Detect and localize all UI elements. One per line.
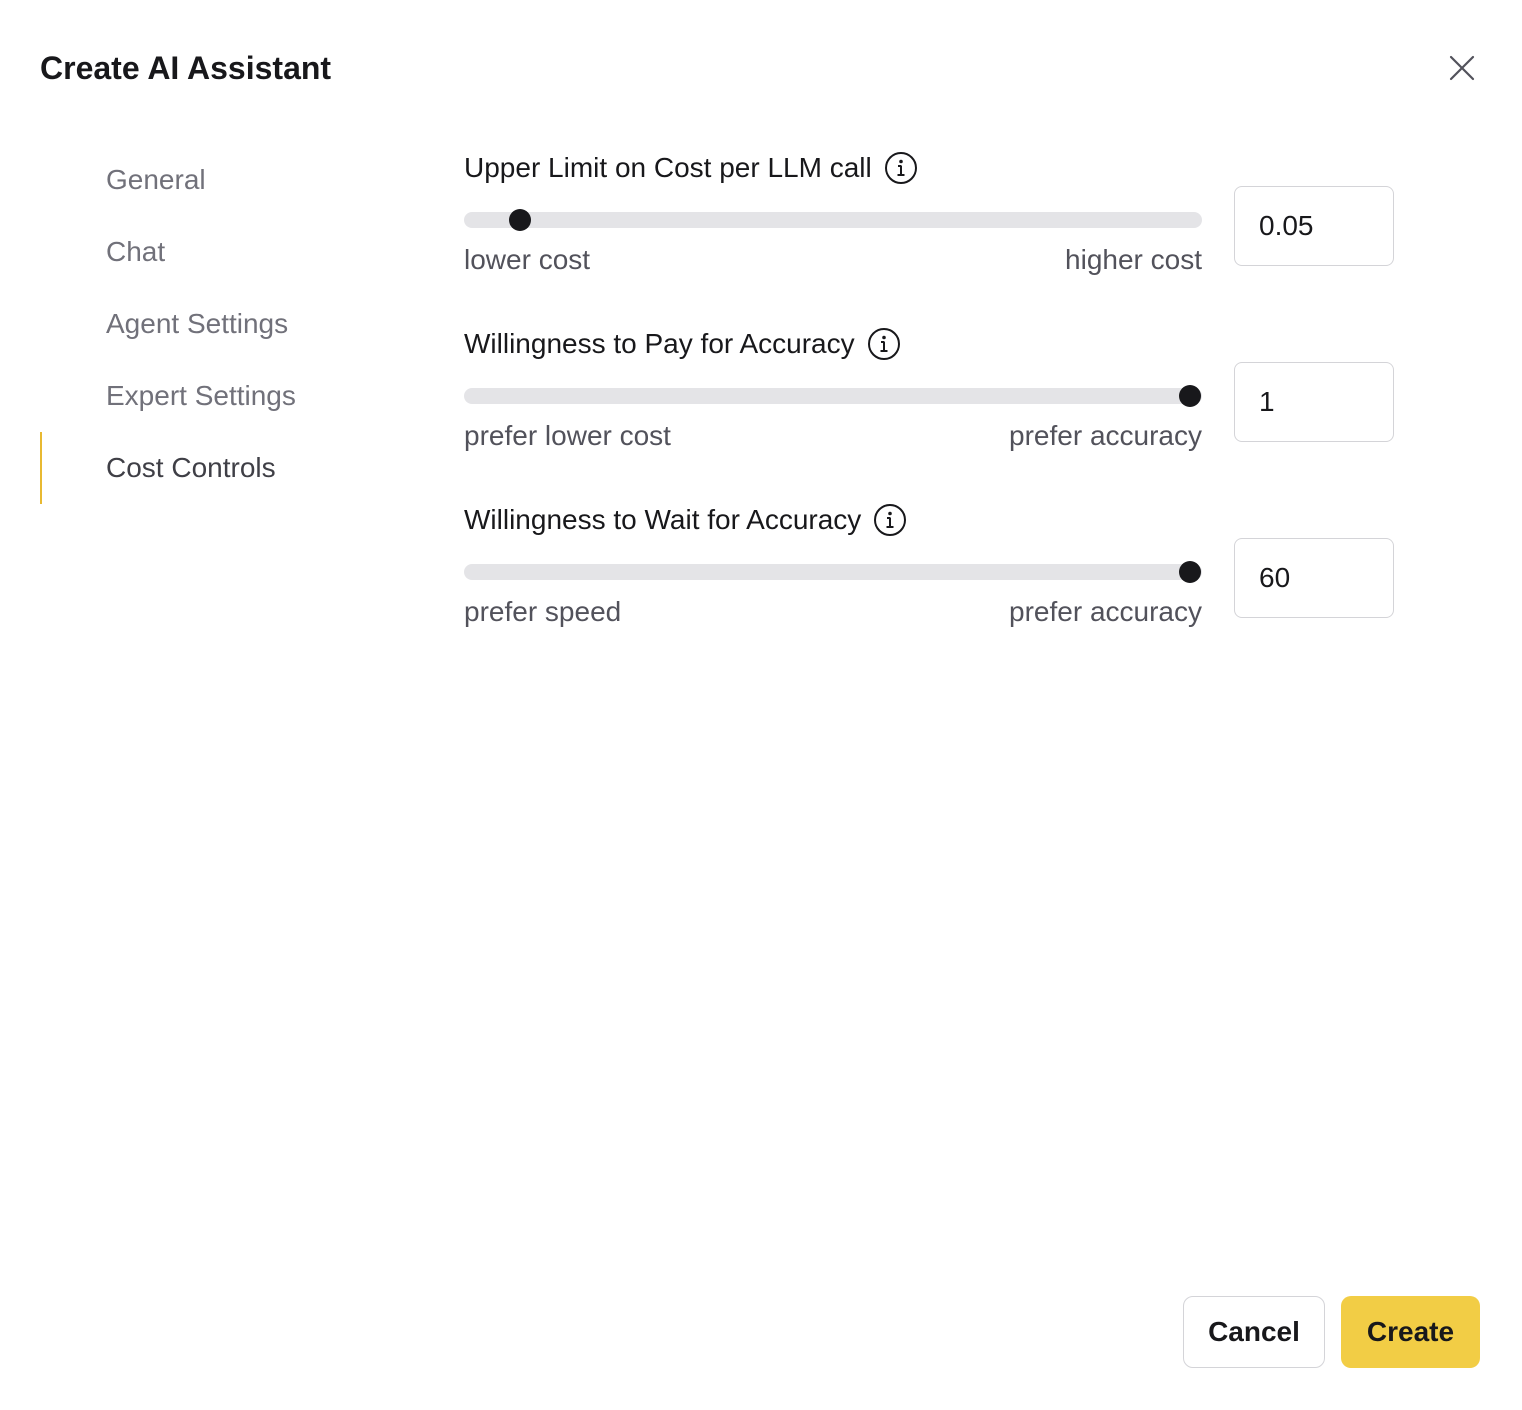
sidebar-item-label: General [106,164,206,195]
sidebar-item-label: Expert Settings [106,380,296,411]
setting-title: Willingness to Pay for Accuracy [464,328,855,359]
slider-thumb[interactable] [1179,561,1201,583]
slider-max-label: prefer accuracy [1009,420,1202,451]
cost-limit-slider[interactable] [464,209,1202,231]
sidebar-item-label: Chat [106,236,166,267]
sidebar-item-expert-settings[interactable]: Expert Settings [40,360,420,432]
settings-sidebar: General Chat Agent Settings Expert Setti… [40,144,420,504]
wait-for-accuracy-slider[interactable] [464,561,1202,583]
info-icon[interactable] [884,151,918,185]
info-icon[interactable] [867,327,901,361]
cost-limit-input[interactable] [1234,186,1394,266]
setting-title: Willingness to Wait for Accuracy [464,504,862,535]
sidebar-item-cost-controls[interactable]: Cost Controls [40,432,420,504]
close-button[interactable] [1440,46,1484,90]
pay-for-accuracy-input[interactable] [1234,362,1394,442]
close-icon [1449,55,1475,81]
wait-for-accuracy-input[interactable] [1234,538,1394,618]
cancel-button[interactable]: Cancel [1183,1296,1325,1368]
slider-min-label: prefer speed [464,596,622,627]
create-button[interactable]: Create [1341,1296,1480,1368]
sidebar-item-label: Cost Controls [106,452,276,483]
cost-limit-setting: Upper Limit on Cost per LLM call lower c… [464,150,1404,320]
sidebar-item-agent-settings[interactable]: Agent Settings [40,288,420,360]
create-assistant-dialog: Create AI Assistant General Chat Agent S… [0,0,1522,1410]
slider-thumb[interactable] [1179,385,1201,407]
pay-for-accuracy-slider[interactable] [464,385,1202,407]
slider-thumb[interactable] [508,209,531,231]
slider-max-label: higher cost [1065,244,1202,275]
slider-min-label: prefer lower cost [464,420,671,451]
pay-for-accuracy-setting: Willingness to Pay for Accuracy prefer l… [464,326,1404,496]
sidebar-item-chat[interactable]: Chat [40,216,420,288]
slider-max-label: prefer accuracy [1009,596,1202,627]
dialog-title: Create AI Assistant [40,50,332,86]
sidebar-item-general[interactable]: General [40,144,420,216]
info-icon[interactable] [873,503,907,537]
setting-title: Upper Limit on Cost per LLM call [464,152,872,183]
sidebar-item-label: Agent Settings [106,308,289,339]
wait-for-accuracy-setting: Willingness to Wait for Accuracy prefer … [464,502,1404,672]
slider-min-label: lower cost [464,244,591,275]
